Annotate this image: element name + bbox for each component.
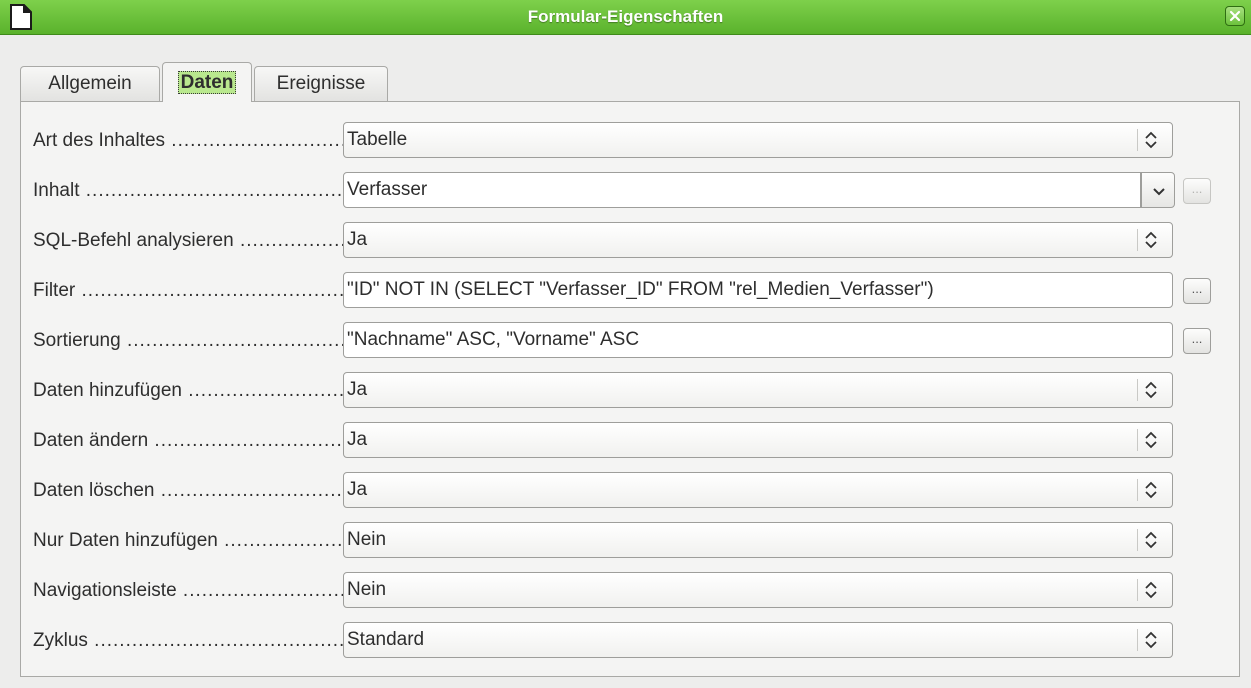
up-down-chevron-icon [1137,579,1157,601]
up-down-chevron-icon [1137,379,1157,401]
content-combobox-input[interactable]: Verfasser [343,172,1141,208]
filter-input[interactable]: "ID" NOT IN (SELECT "Verfasser_ID" FROM … [343,272,1173,308]
filter-value: "ID" NOT IN (SELECT "Verfasser_ID" FROM … [347,279,934,300]
tab-ereignisse[interactable]: Ereignisse [254,66,388,102]
tab-label: Daten [177,71,237,94]
tab-daten[interactable]: Daten [162,62,252,102]
up-down-chevron-icon [1137,129,1157,151]
up-down-chevron-icon [1137,479,1157,501]
allow-inserts-select[interactable]: Ja [343,372,1173,408]
content-type-select[interactable]: Tabelle [343,122,1173,158]
row-zyklus: Zyklus Standard [21,622,1241,658]
label-daten-aendern: Daten ändern [33,428,345,454]
cycle-select[interactable]: Standard [343,622,1173,658]
select-value: Ja [347,379,368,400]
chevron-down-icon [1153,188,1165,196]
row-sortierung: Sortierung "Nachname" ASC, "Vorname" ASC… [21,322,1241,358]
label-inhalt: Inhalt [33,178,345,204]
combobox-value: Verfasser [347,179,428,200]
select-value: Nein [347,529,387,550]
select-value: Tabelle [347,129,408,150]
sort-value: "Nachname" ASC, "Vorname" ASC [347,329,640,350]
row-sql-befehl: SQL-Befehl analysieren Ja [21,222,1241,258]
row-nur-daten-hinzufuegen: Nur Daten hinzufügen Nein [21,522,1241,558]
close-icon [1229,10,1241,22]
sort-input[interactable]: "Nachname" ASC, "Vorname" ASC [343,322,1173,358]
allow-updates-select[interactable]: Ja [343,422,1173,458]
data-properties-panel: Art des Inhaltes Tabelle Inhalt Verfasse… [20,101,1240,677]
label-art-des-inhaltes: Art des Inhaltes [33,128,345,154]
filter-browse-button[interactable]: ... [1183,278,1211,304]
up-down-chevron-icon [1137,429,1157,451]
tab-label: Allgemein [48,73,132,94]
up-down-chevron-icon [1137,529,1157,551]
label-sql-befehl: SQL-Befehl analysieren [33,228,345,254]
row-navigationsleiste: Navigationsleiste Nein [21,572,1241,608]
label-sortierung: Sortierung [33,328,345,354]
select-value: Standard [347,629,425,650]
row-filter: Filter "ID" NOT IN (SELECT "Verfasser_ID… [21,272,1241,308]
up-down-chevron-icon [1137,229,1157,251]
content-dropdown-button[interactable] [1141,172,1175,208]
analyze-sql-select[interactable]: Ja [343,222,1173,258]
close-button[interactable] [1225,6,1245,26]
select-value: Ja [347,229,368,250]
navigation-bar-select[interactable]: Nein [343,572,1173,608]
allow-deletes-select[interactable]: Ja [343,472,1173,508]
row-daten-aendern: Daten ändern Ja [21,422,1241,458]
title-bar: Formular-Eigenschaften [0,0,1251,35]
label-daten-loeschen: Daten löschen [33,478,345,504]
tab-label: Ereignisse [276,73,366,94]
row-art-des-inhaltes: Art des Inhaltes Tabelle [21,122,1241,158]
up-down-chevron-icon [1137,629,1157,651]
row-inhalt: Inhalt Verfasser ... [21,172,1241,208]
select-value: Ja [347,429,368,450]
select-value: Ja [347,479,368,500]
sort-browse-button[interactable]: ... [1183,328,1211,354]
select-value: Nein [347,579,387,600]
tab-allgemein[interactable]: Allgemein [20,66,160,102]
row-daten-loeschen: Daten löschen Ja [21,472,1241,508]
label-zyklus: Zyklus [33,628,345,654]
window-title: Formular-Eigenschaften [527,7,724,26]
label-navigationsleiste: Navigationsleiste [33,578,345,604]
row-daten-hinzufuegen: Daten hinzufügen Ja [21,372,1241,408]
label-nur-daten-hinzufuegen: Nur Daten hinzufügen [33,528,345,554]
add-data-only-select[interactable]: Nein [343,522,1173,558]
label-filter: Filter [33,278,345,304]
label-daten-hinzufuegen: Daten hinzufügen [33,378,345,404]
content-browse-button[interactable]: ... [1183,178,1211,204]
